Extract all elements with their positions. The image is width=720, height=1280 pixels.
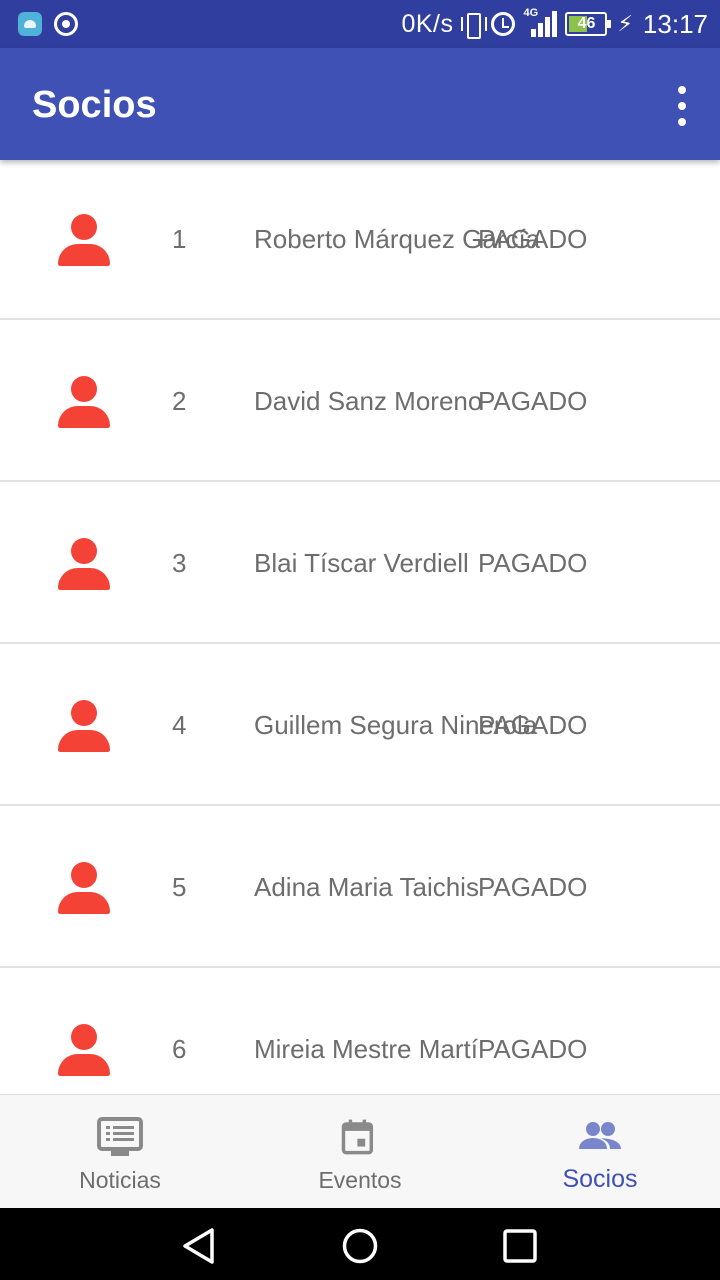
member-status: PAGADO bbox=[478, 548, 588, 578]
home-icon[interactable] bbox=[340, 1226, 380, 1266]
nav-label-eventos: Eventos bbox=[318, 1167, 402, 1193]
status-bar: 0K/s 4G 46 ⚡ 13:17 bbox=[0, 0, 720, 48]
back-icon[interactable] bbox=[180, 1226, 220, 1266]
member-number: 6 bbox=[172, 1034, 187, 1064]
list-item[interactable]: 6 Mireia Mestre Martí PAGADO bbox=[0, 970, 720, 1094]
list-item[interactable]: 3 Blai Tíscar Verdiell PAGADO bbox=[0, 484, 720, 644]
net-speed: 0K/s bbox=[401, 9, 454, 38]
person-icon bbox=[58, 538, 110, 590]
nav-item-noticias[interactable]: Noticias bbox=[0, 1095, 240, 1209]
nav-label-socios: Socios bbox=[562, 1165, 638, 1193]
member-number: 1 bbox=[172, 224, 187, 254]
list-item[interactable]: 2 David Sanz Moreno PAGADO bbox=[0, 322, 720, 482]
list-item[interactable]: 1 Roberto Márquez García PAGADO bbox=[0, 160, 720, 320]
member-status: PAGADO bbox=[478, 224, 588, 254]
person-icon bbox=[58, 1024, 110, 1076]
signal-icon: 4G bbox=[523, 7, 558, 39]
charging-icon: ⚡ bbox=[617, 11, 633, 36]
android-notification-icon bbox=[18, 12, 42, 36]
alarm-icon bbox=[491, 12, 516, 36]
recents-icon[interactable] bbox=[500, 1226, 540, 1266]
network-type: 4G bbox=[523, 7, 539, 19]
clock: 13:17 bbox=[642, 8, 708, 39]
list-item[interactable]: 4 Guillem Segura Ninerola PAGADO bbox=[0, 646, 720, 806]
member-number: 5 bbox=[172, 872, 187, 902]
battery-icon: 46 bbox=[565, 12, 612, 36]
whatsapp-notification-icon bbox=[54, 12, 78, 36]
nav-item-socios[interactable]: Socios bbox=[480, 1095, 720, 1209]
member-status: PAGADO bbox=[478, 1034, 588, 1064]
member-name: Mireia Mestre Martí bbox=[254, 1034, 478, 1064]
list-item[interactable]: 5 Adina Maria Taichis PAGADO bbox=[0, 808, 720, 968]
bottom-navigation: Noticias Eventos Socios bbox=[0, 1094, 720, 1208]
nav-label-noticias: Noticias bbox=[79, 1167, 161, 1193]
news-icon bbox=[97, 1117, 143, 1156]
page-title: Socios bbox=[32, 84, 157, 126]
person-icon bbox=[58, 862, 110, 914]
battery-level: 46 bbox=[577, 15, 596, 32]
person-icon bbox=[58, 376, 110, 428]
people-icon bbox=[579, 1122, 621, 1149]
app-screen: 0K/s 4G 46 ⚡ 13:17 Socios 1 Roberto Márq… bbox=[0, 0, 720, 1280]
vibrate-icon bbox=[461, 11, 488, 39]
member-number: 4 bbox=[172, 710, 187, 740]
member-number: 3 bbox=[172, 548, 187, 578]
system-navigation-bar bbox=[0, 1208, 720, 1280]
member-status: PAGADO bbox=[478, 872, 588, 902]
nav-item-eventos[interactable]: Eventos bbox=[240, 1095, 480, 1209]
more-vert-icon[interactable] bbox=[670, 86, 694, 126]
member-status: PAGADO bbox=[478, 386, 588, 416]
member-name: David Sanz Moreno bbox=[254, 386, 483, 416]
member-name: Adina Maria Taichis bbox=[254, 872, 479, 902]
members-list[interactable]: 1 Roberto Márquez García PAGADO 2 David … bbox=[0, 160, 720, 1094]
member-name: Blai Tíscar Verdiell bbox=[254, 548, 469, 578]
person-icon bbox=[58, 700, 110, 752]
calendar-icon bbox=[341, 1119, 374, 1155]
app-bar: Socios bbox=[0, 48, 720, 160]
member-status: PAGADO bbox=[478, 710, 588, 740]
person-icon bbox=[58, 214, 110, 266]
member-number: 2 bbox=[172, 386, 187, 416]
